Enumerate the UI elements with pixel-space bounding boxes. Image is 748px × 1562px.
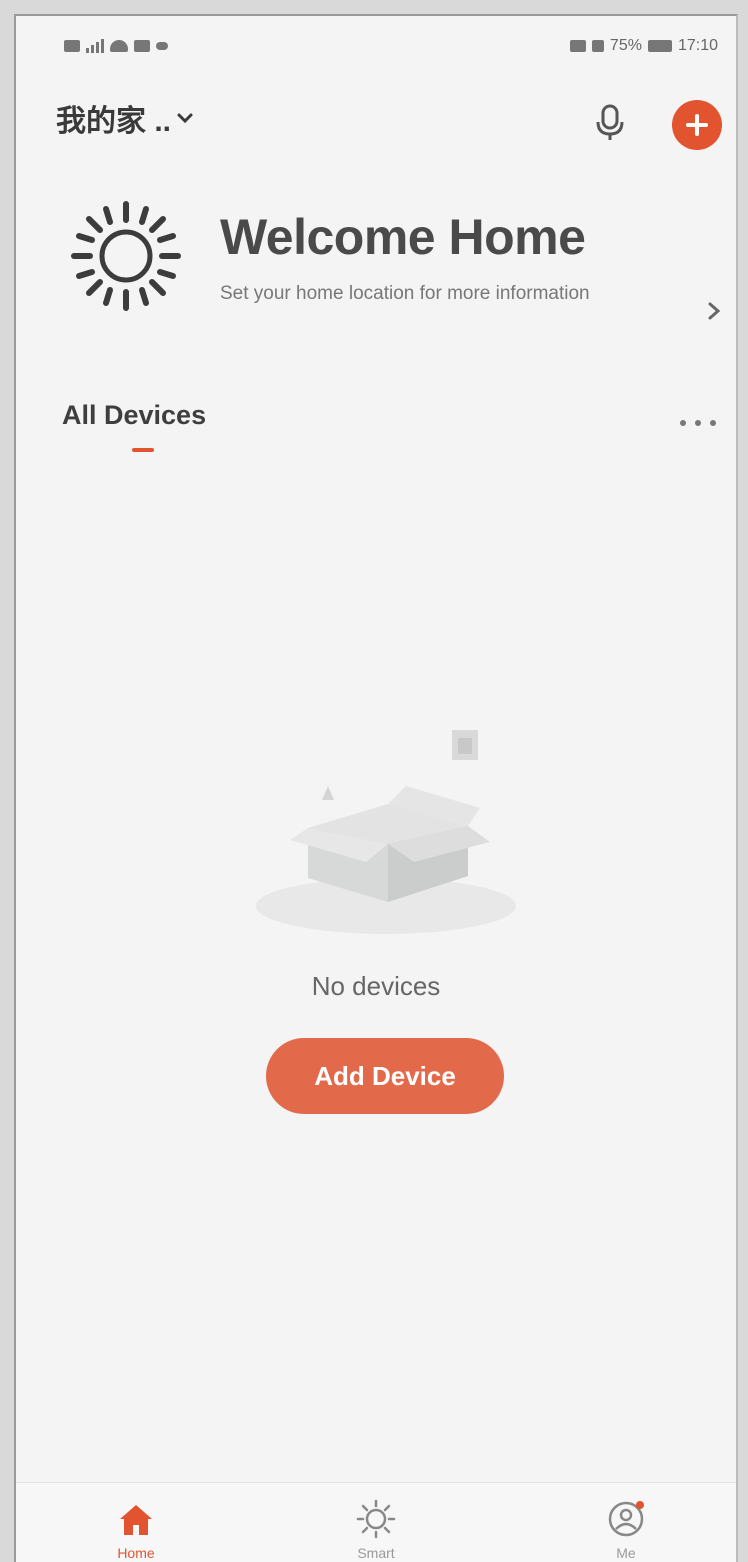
microphone-icon[interactable] (588, 100, 632, 144)
tab-smart-label: Smart (357, 1545, 395, 1561)
app-notification-icon (134, 40, 150, 52)
home-selector[interactable]: 我的家 .. (56, 96, 195, 140)
plus-icon (686, 114, 708, 136)
status-left (64, 39, 168, 53)
chevron-down-icon (177, 113, 193, 124)
sun-icon (71, 201, 181, 311)
add-device-button[interactable]: Add Device (266, 1038, 504, 1114)
empty-box-illustration (256, 730, 516, 934)
smart-sun-icon (356, 1499, 396, 1539)
signal-icon (86, 39, 104, 53)
more-icon[interactable] (676, 416, 720, 430)
welcome-subtitle[interactable]: Set your home location for more informat… (220, 282, 620, 306)
wifi-icon (110, 40, 128, 52)
battery-icon (647, 40, 672, 52)
home-icon (120, 1505, 152, 1535)
active-tab-indicator (132, 448, 154, 452)
empty-state-text: No devices (311, 971, 441, 1001)
welcome-title: Welcome Home (220, 209, 586, 265)
status-right: 75% 17:10 (569, 37, 718, 55)
profile-icon (608, 1501, 644, 1537)
tab-smart[interactable]: Smart (306, 1483, 446, 1562)
tab-home-label: Home (117, 1545, 155, 1561)
chevron-right-icon[interactable] (706, 300, 722, 322)
vibrate-icon (591, 40, 604, 52)
clock-time: 17:10 (677, 37, 718, 54)
tab-home[interactable]: Home (66, 1483, 206, 1562)
tab-me-label: Me (616, 1545, 636, 1561)
tab-all-devices[interactable]: All Devices (62, 400, 206, 431)
nfc-icon (569, 40, 586, 52)
cloud-icon (156, 42, 168, 50)
notification-icon (64, 40, 80, 52)
app-screen: 75% 17:10 我的家 .. Welcome Home Set your h… (14, 14, 738, 1562)
home-name: 我的家 .. (56, 105, 172, 138)
add-button[interactable] (672, 100, 722, 150)
battery-percent: 75% (609, 37, 642, 54)
tab-me[interactable]: Me (556, 1483, 696, 1562)
bottom-tab-bar: Home Smart Me (16, 1482, 736, 1562)
status-bar: 75% 17:10 (16, 16, 736, 76)
